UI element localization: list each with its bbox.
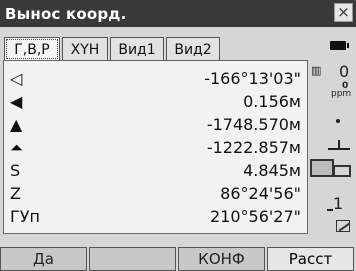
slope-distance-value: 4.845м [243,161,301,180]
f1-label: Да [33,250,54,268]
height-diff-value: -1222.857м [206,138,301,157]
height-diff-icon: ⏶ [10,137,23,157]
offset-value: 0.156м [243,92,301,111]
target-icon [310,159,334,177]
f4-distance-button[interactable]: Расст [267,247,354,271]
forward-icon: ▲ [10,115,23,134]
tab-label: Г,В,Р [14,41,50,58]
horizontal-angle-label: ГУп [10,207,40,226]
row-horizontal-angle: ГУп 210°56'27" [4,205,307,228]
row-zenith: Z 86°24'56" [4,182,307,205]
status-sidebar: ▥ 0 0 ppm 1 [309,37,356,234]
angle-diff-value: -166°13'03" [204,69,301,88]
point-number: 1 [333,194,344,213]
prism-constant: 0 [339,62,350,81]
laser-plummet-icon [336,119,340,123]
title-bar: Вынос коорд. × [0,0,356,27]
close-button[interactable]: × [334,3,353,22]
prism-icon: ▥ [311,64,322,77]
f3-config-button[interactable]: КОНФ [178,247,265,271]
tab-bar: Г,В,Р XYH Вид1 Вид2 [4,37,222,61]
row-slope-distance: S 4.845м [4,159,307,182]
tab-hvd[interactable]: Г,В,Р [4,37,60,61]
row-offset: ◀ 0.156м [4,90,307,113]
tab-view1[interactable]: Вид1 [110,37,164,61]
tab-label: Вид2 [174,41,212,58]
window-title: Вынос коорд. [5,4,127,23]
measurement-panel: ◁ -166°13'03" ◀ 0.156м ▲ -1748.570м ⏶ -1… [3,60,308,234]
f3-label: КОНФ [198,250,245,268]
f4-label: Расст [288,250,333,268]
slope-distance-label: S [10,161,21,180]
tab-view2[interactable]: Вид2 [166,37,220,61]
input-mode-icon[interactable] [336,220,350,232]
offset-icon: ◀ [10,92,23,111]
ppm-label: ppm [331,89,352,99]
forward-value: -1748.570м [206,115,301,134]
row-forward: ▲ -1748.570м [4,113,307,136]
tilt-icon [328,138,354,150]
tab-xyh[interactable]: XYH [62,37,108,61]
row-height-diff: ⏶ -1222.857м [4,136,307,159]
zenith-value: 86°24'56" [220,184,301,203]
battery-icon [330,41,349,50]
function-keys: Да КОНФ Расст [0,247,356,271]
f2-button[interactable] [89,247,176,271]
horizontal-angle-value: 210°56'27" [209,207,301,226]
row-angle-diff: ◁ -166°13'03" [4,67,307,90]
angle-diff-icon: ◁ [10,69,23,88]
tab-label: XYH [70,41,100,58]
f1-yes-button[interactable]: Да [0,247,87,271]
close-icon: × [337,3,350,21]
target-type-icon [333,165,351,177]
zenith-label: Z [10,184,21,203]
tab-label: Вид1 [118,41,156,58]
